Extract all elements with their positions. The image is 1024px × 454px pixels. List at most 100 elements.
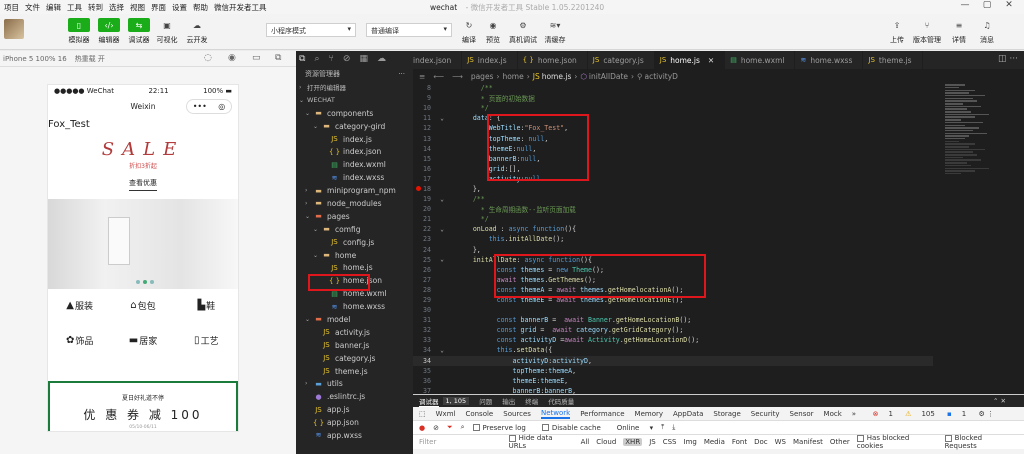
record-icon[interactable]: ◌ bbox=[204, 53, 212, 63]
panel-tab[interactable]: 终端 bbox=[525, 396, 538, 406]
file-item[interactable]: JS banner.js bbox=[296, 339, 413, 352]
menu-item[interactable]: 帮助 bbox=[193, 2, 208, 13]
folder-item[interactable]: ⌄ ▬ category-gird bbox=[296, 120, 413, 133]
menu-item[interactable]: 视图 bbox=[130, 2, 145, 13]
extensions-icon[interactable]: ▦ bbox=[359, 54, 368, 64]
breadcrumb-item[interactable]: activityD bbox=[645, 72, 678, 81]
folder-item[interactable]: ⌄ ▬ components bbox=[296, 107, 413, 120]
import-icon[interactable]: ⤒ bbox=[661, 423, 664, 432]
breadcrumb-item[interactable]: initAllDate bbox=[589, 72, 628, 81]
vertical-scrollbar[interactable] bbox=[1017, 83, 1022, 394]
file-item[interactable]: ≋ home.wxss bbox=[296, 300, 413, 313]
editor-tab[interactable]: ▤ home.wxml bbox=[725, 51, 796, 69]
swiper-banner[interactable] bbox=[48, 199, 238, 289]
detach-icon[interactable]: ⧉ bbox=[275, 53, 281, 63]
avatar[interactable] bbox=[4, 19, 24, 39]
minimap[interactable] bbox=[941, 83, 1021, 394]
folder-item[interactable]: › ▬ node_modules bbox=[296, 197, 413, 210]
filter-type[interactable]: Cloud bbox=[596, 438, 616, 446]
breadcrumb-item[interactable]: pages bbox=[471, 72, 494, 81]
version-button[interactable]: ⑂ 版本管理 bbox=[912, 18, 942, 45]
mode-select[interactable]: 小程序模式 ▾ bbox=[266, 23, 356, 37]
split-editor-icon[interactable]: ◫ ··· bbox=[998, 54, 1018, 64]
details-button[interactable]: ≡ 详情 bbox=[944, 18, 974, 45]
file-item[interactable]: JS app.js bbox=[296, 403, 413, 416]
export-icon[interactable]: ⤓ bbox=[672, 423, 675, 432]
section-open-editors[interactable]: › 打开的编辑器 bbox=[296, 81, 413, 94]
devtools-tab[interactable]: Storage bbox=[713, 410, 740, 418]
breadcrumb-item[interactable]: home.js bbox=[542, 72, 572, 81]
menu-item[interactable]: 选择 bbox=[109, 2, 124, 13]
file-item[interactable]: JS theme.js bbox=[296, 365, 413, 378]
editor-tab[interactable]: ≋ home.wxss bbox=[795, 51, 864, 69]
folder-item[interactable]: › ▬ miniprogram_npm bbox=[296, 184, 413, 197]
devtools-tab[interactable]: Sources bbox=[503, 410, 531, 418]
panel-tab[interactable]: 调试器 bbox=[419, 396, 439, 407]
panel-controls[interactable]: ⌃ ✕ bbox=[993, 397, 1006, 405]
devtools-tab[interactable]: Mock bbox=[824, 410, 842, 418]
close-tab-icon[interactable]: ✕ bbox=[708, 56, 714, 65]
debug-icon[interactable]: ⊘ bbox=[343, 54, 351, 64]
debugger-button[interactable]: ⇆ 调试器 bbox=[124, 18, 154, 45]
menu-item[interactable]: 界面 bbox=[151, 2, 166, 13]
folder-item[interactable]: › ▬ utils bbox=[296, 377, 413, 390]
clear-cache-button[interactable]: ≋▾ 清缓存 bbox=[540, 18, 570, 45]
search-icon[interactable]: ⌕ bbox=[461, 423, 465, 432]
file-item[interactable]: JS category.js bbox=[296, 352, 413, 365]
filter-type[interactable]: Manifest bbox=[793, 438, 823, 446]
preview-button[interactable]: ◉ 预览 bbox=[478, 18, 508, 45]
menu-item[interactable]: 设置 bbox=[172, 2, 187, 13]
stop-icon[interactable]: ◉ bbox=[228, 53, 236, 63]
folder-item[interactable]: ⌄ ▬ model bbox=[296, 313, 413, 326]
list-icon[interactable]: ≡ bbox=[419, 72, 425, 81]
folder-item[interactable]: ⌄ ▬ pages bbox=[296, 210, 413, 223]
visual-button[interactable]: ▣ 可视化 bbox=[152, 18, 182, 45]
file-item[interactable]: ≋ index.wxss bbox=[296, 171, 413, 184]
panel-tab[interactable]: 代码质量 bbox=[548, 396, 574, 406]
blocked-requests-checkbox[interactable]: Blocked Requests bbox=[944, 434, 1017, 450]
back-icon[interactable]: ⟵ bbox=[433, 72, 444, 81]
filter-type[interactable]: JS bbox=[649, 438, 656, 446]
inspect-icon[interactable]: ⬚ bbox=[419, 410, 426, 418]
category-item[interactable]: ▙ 鞋 bbox=[175, 299, 238, 312]
mini-program-capsule[interactable]: ••• ◎ bbox=[186, 99, 232, 114]
file-item[interactable]: JS config.js bbox=[296, 236, 413, 249]
menu-item[interactable]: 工具 bbox=[67, 2, 82, 13]
category-item[interactable]: ▬ 居家 bbox=[111, 334, 174, 347]
search-icon[interactable]: ⌕ bbox=[314, 54, 319, 64]
filter-type[interactable]: Font bbox=[732, 438, 747, 446]
hide-data-urls-checkbox[interactable]: Hide data URLs bbox=[508, 434, 574, 450]
more-icon[interactable]: ••• bbox=[193, 97, 207, 117]
preserve-log-checkbox[interactable]: Preserve log bbox=[472, 424, 534, 432]
file-item[interactable]: JS index.js bbox=[296, 133, 413, 146]
devtools-tab[interactable]: Wxml bbox=[436, 410, 456, 418]
forward-icon[interactable]: ⟶ bbox=[452, 72, 463, 81]
folder-item[interactable]: ⌄ ▬ comfig bbox=[296, 223, 413, 236]
filter-type-xhr[interactable]: XHR bbox=[623, 438, 643, 446]
panel-tab[interactable]: 输出 bbox=[502, 396, 515, 406]
devtools-tab[interactable]: AppData bbox=[673, 410, 703, 418]
panel-tab[interactable]: 问题 bbox=[479, 396, 492, 406]
editor-tab[interactable]: { }index.json bbox=[413, 51, 463, 69]
category-item[interactable]: ▯ 工艺 bbox=[175, 334, 238, 347]
filter-type[interactable]: Other bbox=[830, 438, 850, 446]
menu-item[interactable]: 转到 bbox=[88, 2, 103, 13]
record-icon[interactable]: ● bbox=[419, 424, 425, 432]
file-item[interactable]: JS home.js bbox=[296, 261, 413, 274]
cloud-button[interactable]: ☁ 云开发 bbox=[182, 18, 212, 45]
hot-reload-toggle[interactable]: 热重载 开 bbox=[75, 54, 105, 64]
editor-tab[interactable]: JS theme.js bbox=[863, 51, 923, 69]
devtools-tab-network[interactable]: Network bbox=[540, 409, 571, 419]
devtools-tab[interactable]: Console bbox=[465, 410, 493, 418]
file-item[interactable]: { } app.json bbox=[296, 416, 413, 429]
blocked-cookies-checkbox[interactable]: Has blocked cookies bbox=[856, 434, 938, 450]
filter-type[interactable]: WS bbox=[775, 438, 786, 446]
section-workspace[interactable]: ⌄ WECHAT bbox=[296, 94, 413, 107]
filter-icon[interactable]: ⏷ bbox=[447, 423, 453, 432]
console-counts[interactable]: ⊗ 1 ⚠ 105 ▪ 1 ⚙ ⋮ bbox=[873, 410, 994, 418]
see-offers-link[interactable]: 查看优惠 bbox=[129, 178, 157, 191]
file-item[interactable]: { } index.json bbox=[296, 145, 413, 158]
devtools-tab[interactable]: » bbox=[852, 410, 856, 418]
remote-debug-button[interactable]: ⚙ 真机调试 bbox=[508, 18, 538, 45]
upload-button[interactable]: ⇪ 上传 bbox=[882, 18, 912, 45]
